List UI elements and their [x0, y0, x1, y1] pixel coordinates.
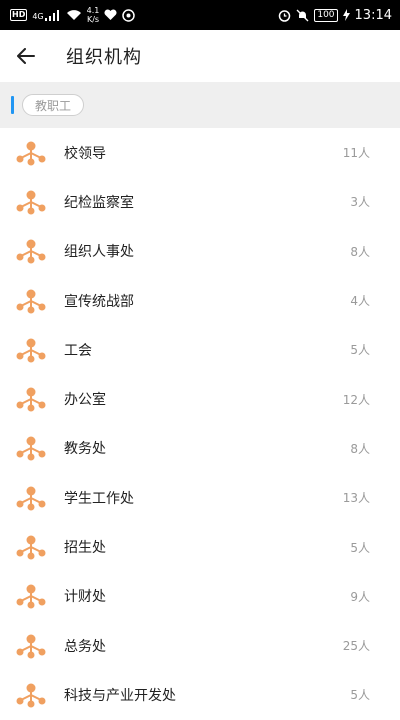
breadcrumb-chip[interactable]: 教职工	[22, 94, 85, 116]
breadcrumb-accent	[11, 96, 14, 114]
signal-label: 4G	[32, 11, 44, 21]
member-count: 5人	[350, 688, 370, 703]
status-right: 100 13:14	[278, 8, 392, 23]
department-list: 校领导 11人 纪检监察室 3人 组织人事处 8人 宣传统战部 4人 工会 5人 办公室 12人 教务处…	[0, 128, 400, 720]
list-item[interactable]: 科技与产业开发处 5人	[0, 670, 400, 719]
member-count: 12人	[342, 392, 370, 407]
org-tree-icon	[16, 486, 46, 511]
status-bar: HD 4G 4.1 K/s 100 13:14	[0, 0, 400, 30]
department-name: 宣传统战部	[64, 293, 134, 310]
department-name: 计财处	[64, 589, 106, 606]
department-name: 校领导	[64, 145, 106, 162]
list-item[interactable]: 计财处 9人	[0, 572, 400, 621]
list-item[interactable]: 校领导 11人	[0, 128, 400, 177]
org-tree-icon	[16, 338, 46, 363]
app-bar: 组织机构	[0, 30, 400, 82]
list-item[interactable]: 组织人事处 8人	[0, 227, 400, 276]
alarm-icon	[279, 9, 291, 22]
member-count: 11人	[342, 146, 370, 161]
org-tree-icon	[16, 584, 46, 609]
list-item[interactable]: 办公室 12人	[0, 374, 400, 423]
wifi-icon	[66, 10, 81, 20]
member-count: 5人	[350, 343, 370, 358]
org-tree-icon	[16, 634, 46, 659]
arrow-left-icon	[17, 48, 35, 64]
department-name: 总务处	[64, 638, 106, 655]
org-tree-icon	[16, 289, 46, 314]
list-item[interactable]: 工会 5人	[0, 325, 400, 374]
clock: 13:14	[354, 7, 392, 23]
member-count: 25人	[342, 639, 370, 654]
app-notification-icon	[122, 8, 136, 22]
department-name: 招生处	[64, 540, 106, 557]
member-count: 4人	[350, 294, 370, 309]
list-item[interactable]: 教务处 8人	[0, 424, 400, 473]
department-name: 办公室	[64, 392, 106, 409]
hd-badge: HD	[10, 9, 28, 21]
org-tree-icon	[16, 190, 46, 215]
department-name: 工会	[64, 342, 92, 359]
signal-indicator: 4G	[32, 9, 60, 21]
department-name: 科技与产业开发处	[64, 687, 176, 704]
member-count: 8人	[350, 244, 370, 259]
department-name: 学生工作处	[64, 490, 134, 507]
department-name: 教务处	[64, 441, 106, 458]
org-tree-icon	[16, 436, 46, 461]
status-left: HD 4G 4.1 K/s	[10, 6, 136, 24]
org-tree-icon	[16, 141, 46, 166]
battery-indicator: 100	[314, 8, 338, 22]
charging-icon	[342, 9, 350, 21]
org-tree-icon	[16, 535, 46, 560]
breadcrumb: 教职工	[0, 82, 400, 128]
member-count: 5人	[350, 540, 370, 555]
net-speed-value: 4.1	[86, 6, 100, 15]
org-tree-icon	[16, 683, 46, 708]
list-item[interactable]: 宣传统战部 4人	[0, 276, 400, 325]
back-button[interactable]	[0, 30, 52, 82]
org-tree-icon	[16, 239, 46, 264]
member-count: 13人	[342, 491, 370, 506]
org-tree-icon	[16, 387, 46, 412]
mute-icon	[296, 9, 309, 21]
net-speed-unit: K/s	[86, 15, 100, 24]
member-count: 3人	[350, 195, 370, 210]
signal-bars-icon	[44, 9, 59, 21]
list-item[interactable]: 总务处 25人	[0, 621, 400, 670]
member-count: 9人	[350, 589, 370, 604]
net-speed: 4.1 K/s	[87, 6, 100, 24]
list-item[interactable]: 招生处 5人	[0, 522, 400, 571]
department-name: 纪检监察室	[64, 194, 134, 211]
page-title: 组织机构	[66, 47, 142, 68]
department-name: 组织人事处	[64, 244, 134, 261]
heart-icon	[104, 9, 117, 20]
list-item[interactable]: 学生工作处 13人	[0, 473, 400, 522]
list-item[interactable]: 纪检监察室 3人	[0, 177, 400, 226]
member-count: 8人	[350, 441, 370, 456]
